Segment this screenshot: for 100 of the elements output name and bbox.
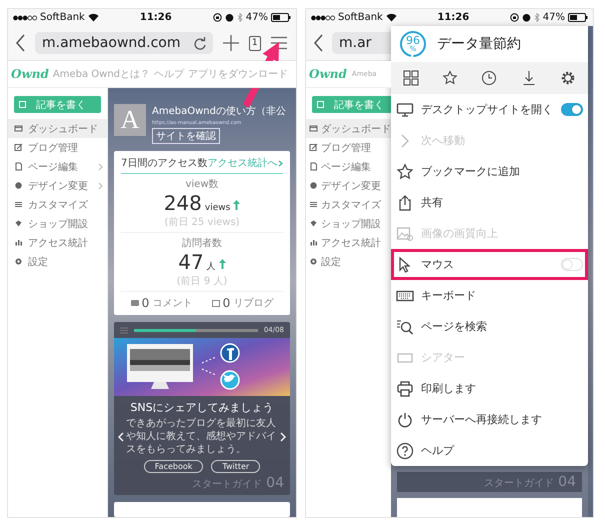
blog-avatar: A <box>114 104 146 136</box>
share-button[interactable]: Twitter <box>211 460 260 473</box>
sidebar-item[interactable]: カスタマイズ <box>306 195 391 214</box>
bar-chart-icon <box>309 238 318 247</box>
battery-icon <box>271 13 291 22</box>
reblog-icon <box>212 300 220 306</box>
battery-icon <box>568 13 588 22</box>
share-button[interactable]: Facebook <box>144 460 204 473</box>
menu-item[interactable]: キーボード <box>391 280 588 311</box>
stat-label: view数 <box>185 178 219 191</box>
bar-chart-icon <box>14 238 23 247</box>
guide-number: 04 <box>558 474 576 490</box>
count: 0 <box>222 296 230 310</box>
plus-icon <box>222 34 240 52</box>
page-icon <box>309 162 318 171</box>
signal-icon <box>311 14 335 20</box>
stats-link[interactable]: アクセス統計へ <box>207 156 284 170</box>
star-icon <box>396 162 414 180</box>
sidebar-item[interactable]: ブログ管理 <box>306 138 391 157</box>
menu-item[interactable]: ヘルプ <box>391 435 588 466</box>
stat-value: 47 <box>178 250 204 274</box>
up-arrow-icon <box>218 259 226 269</box>
menu-item[interactable]: 印刷します <box>391 373 588 404</box>
download-icon <box>520 70 537 86</box>
next-icon <box>280 432 286 442</box>
sidebar-item[interactable]: ダッシュボード <box>306 119 391 138</box>
menu-item[interactable]: 共有 <box>391 187 588 218</box>
grid-icon <box>402 70 419 86</box>
printer-icon <box>396 380 414 398</box>
image-icon <box>396 224 414 242</box>
star-icon <box>442 70 458 86</box>
sidebar-item[interactable]: ブログ管理 <box>8 138 107 157</box>
sidebar-item[interactable]: アクセス統計 <box>306 233 391 252</box>
sidebar-item[interactable]: ダッシュボード <box>8 119 107 138</box>
write-post-button[interactable]: 記事を書く <box>14 96 101 113</box>
sidebar-item[interactable]: デザイン変更 <box>8 176 107 195</box>
sidebar-item[interactable]: 設定 <box>8 252 107 271</box>
sidebar-item[interactable]: アクセス統計 <box>8 233 107 252</box>
data-saver-label: データ量節約 <box>437 35 521 53</box>
toggle-switch[interactable] <box>561 103 583 116</box>
guide-number: 04 <box>266 475 284 491</box>
header-link[interactable]: Ameba Owndとは？ <box>52 67 150 81</box>
battery-percent: 47% <box>246 12 268 23</box>
address-bar[interactable]: m.amebaownd.com <box>35 32 213 54</box>
tab-count-button[interactable]: 1 <box>248 36 261 50</box>
menu-item[interactable]: ブックマークに追加 <box>391 156 588 187</box>
sidebar-item[interactable]: ショップ開設 <box>8 214 107 233</box>
previous-day-note: (前日 25 views) <box>164 216 240 229</box>
monitor-icon <box>396 100 414 118</box>
view-site-button[interactable]: サイトを確認 <box>152 128 220 144</box>
window-icon <box>14 124 23 133</box>
sidebar-item[interactable]: ショップ開設 <box>306 214 391 233</box>
menu-item[interactable]: マウス <box>391 249 588 280</box>
previous-icon <box>118 432 124 442</box>
sliders-icon <box>309 200 318 209</box>
sidebar-item[interactable]: ページ編集 <box>306 157 391 176</box>
stat-unit: views <box>204 203 230 213</box>
card-title: 7日間のアクセス数 <box>121 157 208 170</box>
signal-icon <box>13 14 37 20</box>
back-icon <box>314 34 324 52</box>
guide-label: スタートガイド <box>484 477 554 490</box>
menu-item[interactable]: デスクトップサイトを開く <box>391 94 588 125</box>
up-arrow-icon <box>233 200 240 210</box>
page-icon <box>14 162 23 171</box>
site-logo[interactable]: Ownd <box>309 67 347 81</box>
count-label: コメント <box>152 297 192 310</box>
stat-label: 訪問者数 <box>182 236 222 250</box>
sidebar-item[interactable]: カスタマイズ <box>8 195 107 214</box>
list-icon <box>120 326 128 334</box>
bluetooth-icon <box>534 13 540 22</box>
search-icon <box>396 318 414 336</box>
clock-icon <box>481 70 498 86</box>
chevron-icon <box>98 182 103 190</box>
settings-icon <box>560 70 576 86</box>
write-post-button[interactable]: 記事を書く <box>312 96 391 113</box>
menu-item[interactable]: ページを検索 <box>391 311 588 342</box>
clock-time: 11:26 <box>140 12 172 23</box>
bluetooth-icon <box>236 13 243 22</box>
site-logo[interactable]: Ownd <box>11 67 49 81</box>
count-label: リブログ <box>233 296 274 310</box>
previous-day-note: (前日 9 人) <box>176 275 228 288</box>
address-bar[interactable]: m.ar <box>332 32 391 54</box>
reload-icon <box>192 36 206 50</box>
wifi-icon <box>88 13 99 22</box>
carrier-name: SoftBank <box>40 12 85 23</box>
clock-time: 11:26 <box>437 12 470 23</box>
stat-value: 248 <box>164 191 202 215</box>
menu-item[interactable]: サーバーへ再接続します <box>391 404 588 435</box>
header-link[interactable]: アプリをダウンロード <box>188 67 288 81</box>
sidebar-item[interactable]: デザイン変更 <box>306 176 391 195</box>
guide-text: できあがったブログを最初に友人や知人に教えて、感想やアドバイスをもらってみましょう。 <box>126 417 277 456</box>
rotation-lock-icon <box>510 13 519 22</box>
chevron-icon <box>278 160 284 166</box>
header-link[interactable]: ヘルプ <box>154 67 184 81</box>
sidebar-item[interactable]: ページ編集 <box>8 157 107 176</box>
sidebar-item[interactable]: 設定 <box>306 252 391 271</box>
chevron-icon <box>98 162 103 170</box>
guide-label: スタートガイド <box>192 478 262 491</box>
back-icon <box>16 34 26 52</box>
guide-title: SNSにシェアしてみましょう <box>129 400 275 416</box>
